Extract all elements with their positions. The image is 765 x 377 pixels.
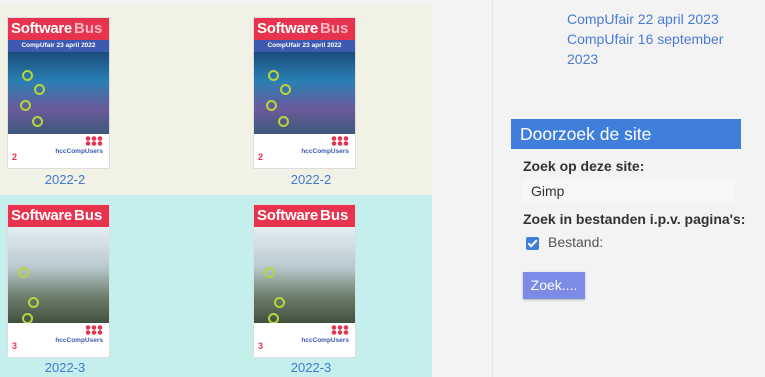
cover-ring-icon bbox=[264, 267, 275, 278]
magazine-cell: Software Bus 3 hccCompUsers 2022-3 bbox=[216, 195, 432, 377]
search-panel-header: Doorzoek de site bbox=[511, 119, 741, 149]
magazine-row: Software Bus CompUfair 23 april 2022 2 h… bbox=[0, 5, 432, 195]
cover-logo: hccCompUsers bbox=[301, 337, 349, 344]
cover-logo-dots-icon bbox=[85, 325, 103, 335]
magazine-caption-link[interactable]: 2022-3 bbox=[0, 360, 130, 375]
search-input[interactable] bbox=[523, 179, 735, 203]
magazine-cell: Software Bus CompUfair 23 april 2022 2 h… bbox=[216, 5, 432, 195]
cover-ring-icon bbox=[20, 100, 31, 111]
cover-title-bus: Bus bbox=[74, 207, 103, 224]
event-links: CompUfair 22 april 2023 CompUfair 16 sep… bbox=[567, 9, 757, 69]
magazine-caption-link[interactable]: 2022-2 bbox=[246, 172, 376, 187]
file-search-checkbox-label: Bestand: bbox=[548, 234, 604, 250]
magazine-cell: Software Bus 3 hccCompUsers 2022-3 bbox=[0, 195, 216, 377]
cover-ring-icon bbox=[274, 297, 285, 308]
cover-title-software: Software bbox=[11, 207, 72, 224]
cover-ring-icon bbox=[266, 100, 277, 111]
cover-ring-icon bbox=[268, 70, 279, 81]
magazine-cell: Software Bus CompUfair 23 april 2022 2 h… bbox=[0, 5, 216, 195]
search-button[interactable]: Zoek.... bbox=[523, 272, 585, 299]
link-compufair-september-2023[interactable]: CompUfair 16 september 2023 bbox=[567, 29, 757, 69]
cover-photo bbox=[8, 52, 109, 134]
cover-logo-dots-icon bbox=[331, 136, 349, 146]
cover-title-software: Software bbox=[11, 20, 72, 37]
sidebar: CompUfair 22 april 2023 CompUfair 16 sep… bbox=[492, 0, 765, 377]
magazine-cover-image[interactable]: Software Bus CompUfair 23 april 2022 2 h… bbox=[8, 18, 109, 168]
cover-title-software: Software bbox=[257, 20, 318, 37]
magazine-row: Software Bus 3 hccCompUsers 2022-3 Softw… bbox=[0, 195, 432, 377]
magazine-cover-image[interactable]: Software Bus 3 hccCompUsers bbox=[254, 205, 355, 357]
cover-ring-icon bbox=[34, 84, 45, 95]
cover-photo bbox=[254, 52, 355, 134]
cover-issue-number: 3 bbox=[12, 341, 18, 351]
cover-issue-number: 2 bbox=[258, 152, 264, 162]
magazine-caption-link[interactable]: 2022-2 bbox=[0, 172, 130, 187]
cover-issue-number: 2 bbox=[12, 152, 18, 162]
cover-logo-dots-icon bbox=[331, 325, 349, 335]
search-site-label: Zoek op deze site: bbox=[523, 158, 645, 174]
search-files-label: Zoek in bestanden i.p.v. pagina's: bbox=[523, 211, 746, 227]
cover-photo bbox=[8, 227, 109, 327]
cover-logo: hccCompUsers bbox=[55, 337, 103, 344]
search-panel-title: Doorzoek de site bbox=[520, 124, 652, 144]
cover-ring-icon bbox=[18, 267, 29, 278]
cover-logo-dots-icon bbox=[85, 136, 103, 146]
magazine-grid: Software Bus CompUfair 23 april 2022 2 h… bbox=[0, 0, 492, 377]
cover-ring-icon bbox=[280, 84, 291, 95]
cover-subtitle: CompUfair 23 april 2022 bbox=[254, 40, 355, 52]
cover-title-bus: Bus bbox=[320, 20, 349, 37]
magazine-caption-link[interactable]: 2022-3 bbox=[246, 360, 376, 375]
cover-issue-number: 3 bbox=[258, 341, 264, 351]
cover-ring-icon bbox=[278, 116, 289, 127]
cover-ring-icon bbox=[32, 116, 43, 127]
link-compufair-april-2023[interactable]: CompUfair 22 april 2023 bbox=[567, 9, 757, 29]
cover-photo bbox=[254, 227, 355, 327]
cover-ring-icon bbox=[28, 297, 39, 308]
cover-title-software: Software bbox=[257, 207, 318, 224]
cover-title-bus: Bus bbox=[320, 207, 349, 224]
magazine-cover-image[interactable]: Software Bus CompUfair 23 april 2022 2 h… bbox=[254, 18, 355, 168]
cover-logo: hccCompUsers bbox=[55, 148, 103, 155]
cover-title-bus: Bus bbox=[74, 20, 103, 37]
cover-ring-icon bbox=[22, 70, 33, 81]
magazine-cover-image[interactable]: Software Bus 3 hccCompUsers bbox=[8, 205, 109, 357]
cover-subtitle: CompUfair 23 april 2022 bbox=[8, 40, 109, 52]
file-search-checkbox[interactable] bbox=[526, 237, 539, 250]
cover-logo: hccCompUsers bbox=[301, 148, 349, 155]
